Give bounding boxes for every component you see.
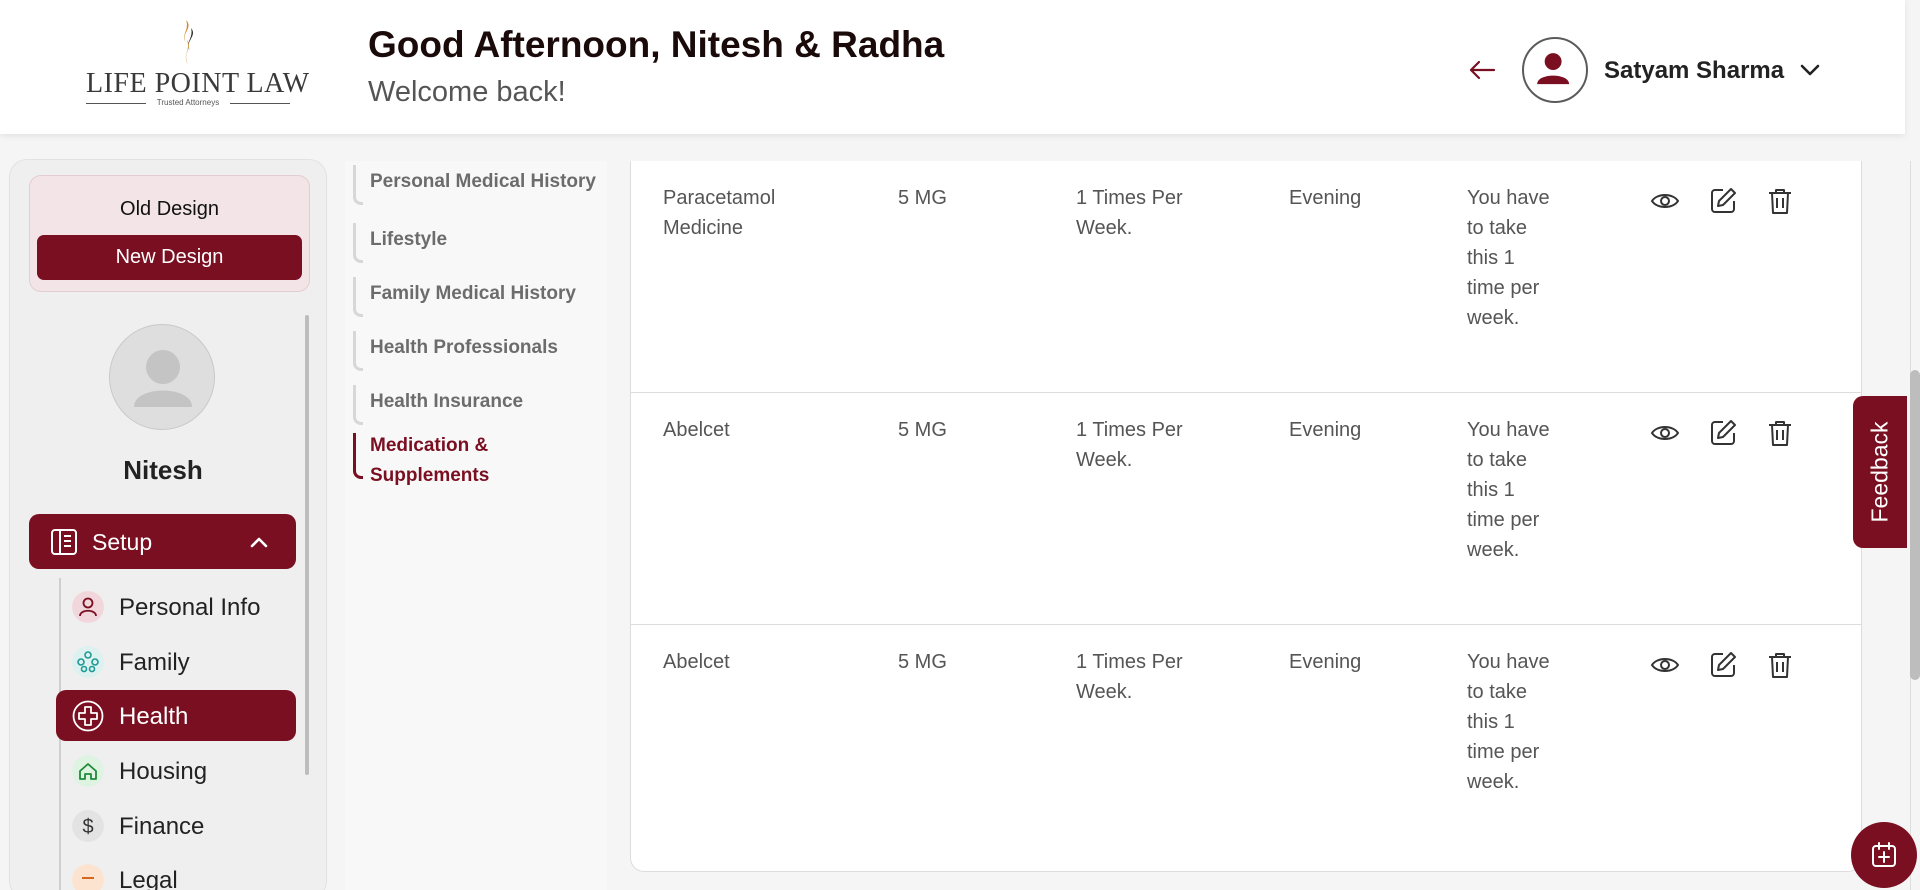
old-design-button[interactable]: Old Design [30, 198, 309, 221]
sidebar-item-label: Housing [119, 758, 208, 785]
user-name[interactable]: Satyam Sharma [1604, 57, 1784, 85]
medication-time: Evening [1289, 187, 1362, 209]
nav-indicator [353, 223, 363, 263]
nav-indicator [353, 433, 363, 479]
sidebar-item-label: Finance [119, 813, 205, 840]
medication-dose: 5 MG [898, 651, 947, 673]
person-icon [72, 591, 104, 623]
person-placeholder-icon [134, 350, 192, 407]
sidebar-item-family[interactable]: Family [56, 636, 296, 687]
medication-note: You have to take this 1 time per week. [1467, 651, 1550, 793]
home-icon [72, 755, 104, 787]
back-arrow-icon[interactable] [1466, 54, 1498, 86]
sidebar-item-legal[interactable]: Legal [56, 854, 296, 890]
legal-icon [72, 864, 104, 890]
page-greeting: Good Afternoon, Nitesh & Radha [368, 24, 945, 65]
medication-frequency: 1 Times Per Week. [1076, 187, 1183, 239]
brand-name: LIFE POINT LAW [86, 68, 310, 99]
sidebar-item-finance[interactable]: $ Finance [56, 800, 296, 851]
tab-family-medical-history[interactable]: Family Medical History [353, 277, 603, 317]
medication-name: Paracetamol Medicine [663, 187, 776, 239]
chevron-up-icon [250, 537, 268, 548]
medication-note: You have to take this 1 time per week. [1467, 187, 1550, 329]
sidebar-item-personal-info[interactable]: Personal Info [56, 581, 296, 632]
setup-menu-toggle[interactable]: Setup [29, 514, 296, 569]
delete-trash-icon[interactable] [1764, 649, 1796, 681]
table-row: Abelcet 5 MG 1 Times Per Week. Evening Y… [631, 393, 1861, 625]
page-scrollbar[interactable] [1910, 370, 1920, 680]
tab-health-insurance[interactable]: Health Insurance [353, 385, 603, 425]
feedback-label: Feedback [1866, 421, 1893, 523]
user-avatar-icon [1537, 53, 1570, 85]
chevron-down-icon[interactable] [1798, 58, 1822, 82]
medication-note: You have to take this 1 time per week. [1467, 419, 1550, 561]
left-sidebar: Old Design New Design Nitesh Setup Perso [9, 159, 327, 890]
tab-label: Personal Medical History [370, 171, 596, 192]
edit-pencil-icon[interactable] [1707, 649, 1739, 681]
medication-name: Abelcet [663, 419, 730, 441]
tab-label: Medication & Supplements [370, 435, 490, 486]
nav-indicator [353, 277, 363, 317]
sidebar-item-health[interactable]: Health [56, 690, 296, 741]
calendar-add-button[interactable] [1851, 822, 1917, 888]
calendar-plus-icon [1872, 842, 1896, 867]
new-design-button[interactable]: New Design [37, 235, 302, 280]
medication-frequency: 1 Times Per Week. [1076, 651, 1183, 703]
tab-label: Family Medical History [370, 283, 576, 304]
tab-label: Health Professionals [370, 337, 558, 358]
tab-label: Lifestyle [370, 229, 448, 250]
svg-text:$: $ [82, 816, 93, 838]
view-eye-icon[interactable] [1649, 185, 1681, 217]
design-switcher: Old Design New Design [29, 175, 310, 292]
sidebar-scrollbar[interactable] [305, 315, 309, 775]
sidebar-item-label: Family [119, 649, 190, 676]
delete-trash-icon[interactable] [1764, 417, 1796, 449]
medication-time: Evening [1289, 651, 1362, 673]
logo-flame-icon [184, 20, 194, 64]
sidebar-item-label: Personal Info [119, 594, 261, 621]
tab-personal-medical-history[interactable]: Personal Medical History [353, 165, 603, 205]
medication-dose: 5 MG [898, 187, 947, 209]
profile-name: Nitesh [123, 455, 203, 485]
medication-frequency: 1 Times Per Week. [1076, 419, 1183, 471]
brand-logo[interactable]: LIFE POINT LAW Trusted Attorneys [86, 18, 310, 110]
table-row: Abelcet 5 MG 1 Times Per Week. Evening Y… [631, 625, 1861, 857]
top-header: LIFE POINT LAW Trusted Attorneys Good Af… [0, 0, 1905, 134]
book-icon [51, 529, 77, 555]
profile-avatar[interactable] [109, 324, 215, 430]
medication-dose: 5 MG [898, 419, 947, 441]
table-row: Paracetamol Medicine 5 MG 1 Times Per We… [631, 161, 1861, 393]
dollar-icon: $ [72, 810, 104, 842]
sidebar-item-label: Legal [119, 867, 178, 890]
nav-indicator [353, 165, 363, 205]
edit-pencil-icon[interactable] [1707, 185, 1739, 217]
tab-lifestyle[interactable]: Lifestyle [353, 223, 603, 263]
user-avatar[interactable] [1522, 37, 1588, 103]
tab-label: Health Insurance [370, 391, 524, 412]
medication-time: Evening [1289, 419, 1362, 441]
feedback-tab[interactable]: Feedback [1853, 396, 1907, 548]
nav-indicator [353, 385, 363, 425]
medication-name: Abelcet [663, 651, 730, 673]
health-section-nav: Personal Medical History Lifestyle Famil… [345, 161, 607, 890]
delete-trash-icon[interactable] [1764, 185, 1796, 217]
tab-medication-supplements[interactable]: Medication & Supplements [353, 431, 603, 491]
nav-indicator [353, 331, 363, 371]
edit-pencil-icon[interactable] [1707, 417, 1739, 449]
sidebar-item-label: Health [119, 703, 189, 730]
view-eye-icon[interactable] [1649, 649, 1681, 681]
welcome-subtitle: Welcome back! [368, 76, 566, 108]
setup-label: Setup [92, 529, 153, 555]
view-eye-icon[interactable] [1649, 417, 1681, 449]
family-icon [72, 646, 104, 678]
health-cross-icon [72, 700, 104, 732]
brand-tagline: Trusted Attorneys [86, 98, 290, 107]
medication-table: Paracetamol Medicine 5 MG 1 Times Per We… [630, 161, 1862, 872]
sidebar-item-housing[interactable]: Housing [56, 745, 296, 796]
tab-health-professionals[interactable]: Health Professionals [353, 331, 603, 371]
